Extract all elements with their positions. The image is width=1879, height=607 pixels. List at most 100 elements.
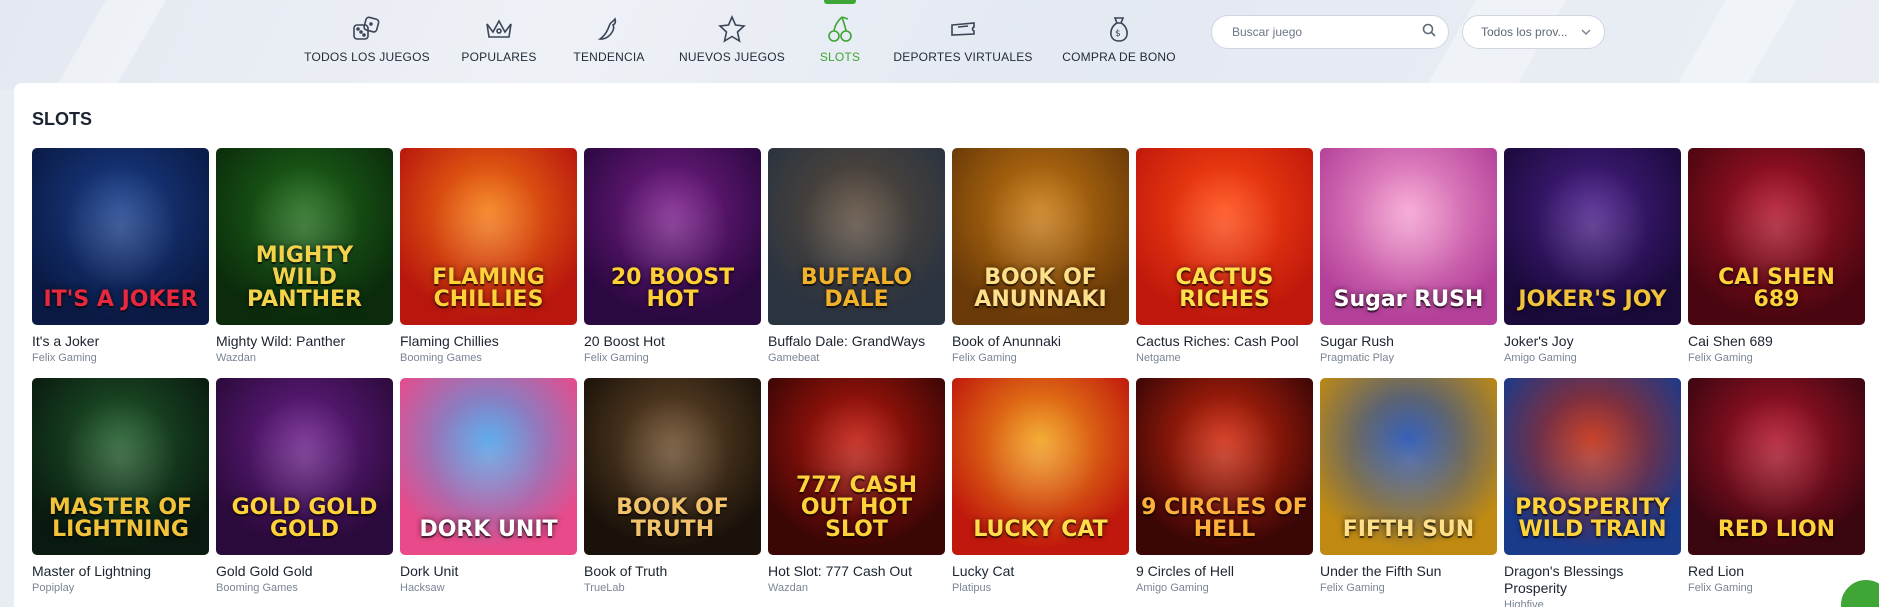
game-logo: IT'S A JOKER: [43, 287, 198, 312]
nav-label: NUEVOS JUEGOS: [679, 50, 785, 64]
game-card[interactable]: FIFTH SUN Under the Fifth Sun Felix Gaming: [1320, 378, 1497, 595]
game-thumbnail[interactable]: LUCKY CAT: [952, 378, 1129, 555]
game-provider: Popiplay: [32, 582, 75, 594]
game-card[interactable]: LUCKY CAT Lucky Cat Platipus: [952, 378, 1129, 595]
game-card[interactable]: DORK UNIT Dork Unit Hacksaw: [400, 378, 577, 595]
game-card[interactable]: 9 CIRCLES OF HELL 9 Circles of Hell Amigo …: [1136, 378, 1313, 595]
game-thumbnail[interactable]: BUFFALO DALE: [768, 148, 945, 325]
game-logo: FIFTH SUN: [1342, 517, 1475, 542]
nav-item-tendencia[interactable]: TENDENCIA: [566, 0, 652, 82]
game-name: Master of Lightning: [32, 563, 152, 579]
game-card[interactable]: IT'S A JOKER It's a Joker Felix Gaming: [32, 148, 209, 365]
game-provider: Felix Gaming: [584, 352, 649, 364]
nav-label: POPULARES: [461, 50, 537, 64]
nav-item-compra-de-bono[interactable]: $ COMPRA DE BONO: [1062, 0, 1176, 82]
game-name: Sugar Rush: [1320, 333, 1394, 349]
game-thumbnail[interactable]: IT'S A JOKER: [32, 148, 209, 325]
game-card[interactable]: FLAMING CHILLIES Flaming Chillies Booming …: [400, 148, 577, 365]
game-logo: RED LION: [1717, 517, 1836, 542]
game-thumbnail[interactable]: MIGHTY WILD PANTHER: [216, 148, 393, 325]
game-provider: Gamebeat: [768, 352, 820, 364]
game-thumbnail[interactable]: JOKER'S JOY: [1504, 148, 1681, 325]
game-card[interactable]: PROSPERITY WILD TRAIN Dragon's Blessings …: [1504, 378, 1681, 607]
nav-item-slots[interactable]: SLOTS: [816, 0, 864, 82]
game-logo: BUFFALO DALE: [800, 265, 913, 312]
ticket-icon: [948, 14, 978, 44]
crown-icon: [484, 14, 514, 44]
game-thumbnail[interactable]: RED LION: [1688, 378, 1865, 555]
game-name: It's a Joker: [32, 333, 100, 349]
game-card[interactable]: BUFFALO DALE Buffalo Dale: GrandWays Gameb…: [768, 148, 945, 365]
game-name: Dork Unit: [400, 563, 459, 579]
nav-item-nuevos-juegos[interactable]: NUEVOS JUEGOS: [679, 0, 785, 82]
game-thumbnail[interactable]: GOLD GOLD GOLD: [216, 378, 393, 555]
nav-item-deportes-virtuales[interactable]: DEPORTES VIRTUALES: [893, 0, 1032, 82]
game-logo: GOLD GOLD GOLD: [231, 495, 378, 542]
game-card[interactable]: 20 BOOST HOT 20 Boost Hot Felix Gaming: [584, 148, 761, 365]
game-provider: Felix Gaming: [952, 352, 1017, 364]
game-name: Cactus Riches: Cash Pool: [1136, 333, 1299, 349]
game-card[interactable]: RED LION Red Lion Felix Gaming: [1688, 378, 1865, 595]
search-icon[interactable]: [1422, 23, 1436, 42]
nav-label: TODOS LOS JUEGOS: [304, 50, 430, 64]
game-name: Cai Shen 689: [1688, 333, 1773, 349]
game-thumbnail[interactable]: 9 CIRCLES OF HELL: [1136, 378, 1313, 555]
game-card[interactable]: GOLD GOLD GOLD Gold Gold Gold Booming Game…: [216, 378, 393, 595]
provider-select[interactable]: Todos los prov...: [1462, 15, 1605, 49]
dice-icon: [352, 14, 382, 44]
chili-icon: [596, 14, 622, 44]
game-card[interactable]: MIGHTY WILD PANTHER Mighty Wild: Panther W…: [216, 148, 393, 365]
game-logo: CACTUS RICHES: [1175, 265, 1274, 312]
game-logo: Sugar RUSH: [1333, 287, 1484, 312]
games-panel: SLOTS IT'S A JOKER It's a Joker Felix Gami…: [14, 83, 1879, 607]
game-card[interactable]: 777 CASH OUT HOT SLOT Hot Slot: 777 Cash …: [768, 378, 945, 595]
game-logo: 9 CIRCLES OF HELL: [1141, 495, 1308, 542]
game-provider: Booming Games: [216, 582, 298, 594]
game-card[interactable]: MASTER OF LIGHTNING Master of Lightning Po…: [32, 378, 209, 595]
game-name: Lucky Cat: [952, 563, 1015, 579]
game-logo: BOOK OF TRUTH: [616, 495, 729, 542]
money-bag-icon: $: [1105, 14, 1133, 44]
game-name: 20 Boost Hot: [584, 333, 665, 349]
game-provider: Hacksaw: [400, 582, 445, 594]
game-search-box: [1211, 15, 1449, 49]
game-name: Dragon's Blessings Prosperity: [1504, 563, 1624, 596]
game-name: Gold Gold Gold: [216, 563, 313, 579]
svg-text:$: $: [1115, 29, 1121, 39]
game-card[interactable]: CAI SHEN 689 Cai Shen 689 Felix Gaming: [1688, 148, 1865, 365]
game-name: Book of Anunnaki: [952, 333, 1061, 349]
game-card[interactable]: CACTUS RICHES Cactus Riches: Cash Pool Net…: [1136, 148, 1313, 365]
game-thumbnail[interactable]: BOOK OF ANUNNAKI: [952, 148, 1129, 325]
nav-label: SLOTS: [819, 50, 861, 64]
nav-item-todos-los-juegos[interactable]: TODOS LOS JUEGOS: [304, 0, 430, 82]
game-thumbnail[interactable]: 20 BOOST HOT: [584, 148, 761, 325]
game-thumbnail[interactable]: DORK UNIT: [400, 378, 577, 555]
game-card[interactable]: BOOK OF TRUTH Book of Truth TrueLab: [584, 378, 761, 595]
game-thumbnail[interactable]: Sugar RUSH: [1320, 148, 1497, 325]
game-thumbnail[interactable]: BOOK OF TRUTH: [584, 378, 761, 555]
game-provider: Booming Games: [400, 352, 482, 364]
game-logo: MIGHTY WILD PANTHER: [247, 243, 362, 312]
game-provider: Wazdan: [216, 352, 256, 364]
nav-item-populares[interactable]: POPULARES: [456, 0, 542, 82]
game-thumbnail[interactable]: MASTER OF LIGHTNING: [32, 378, 209, 555]
search-input[interactable]: [1232, 25, 1422, 39]
game-card[interactable]: JOKER'S JOY Joker's Joy Amigo Gaming: [1504, 148, 1681, 365]
game-thumbnail[interactable]: FLAMING CHILLIES: [400, 148, 577, 325]
game-provider: Felix Gaming: [32, 352, 97, 364]
game-thumbnail[interactable]: PROSPERITY WILD TRAIN: [1504, 378, 1681, 555]
game-logo: LUCKY CAT: [973, 517, 1108, 542]
game-card[interactable]: Sugar RUSH Sugar Rush Pragmatic Play: [1320, 148, 1497, 365]
game-thumbnail[interactable]: CACTUS RICHES: [1136, 148, 1313, 325]
chevron-down-icon: [1580, 25, 1592, 39]
game-name: Mighty Wild: Panther: [216, 333, 346, 349]
game-thumbnail[interactable]: CAI SHEN 689: [1688, 148, 1865, 325]
game-card[interactable]: BOOK OF ANUNNAKI Book of Anunnaki Felix Ga…: [952, 148, 1129, 365]
game-provider: Amigo Gaming: [1136, 582, 1209, 594]
game-thumbnail[interactable]: 777 CASH OUT HOT SLOT: [768, 378, 945, 555]
game-logo: CAI SHEN 689: [1718, 265, 1835, 312]
game-thumbnail[interactable]: FIFTH SUN: [1320, 378, 1497, 555]
nav-label: TENDENCIA: [573, 50, 645, 64]
game-provider: Amigo Gaming: [1504, 352, 1577, 364]
provider-select-value: Todos los prov...: [1481, 25, 1568, 39]
